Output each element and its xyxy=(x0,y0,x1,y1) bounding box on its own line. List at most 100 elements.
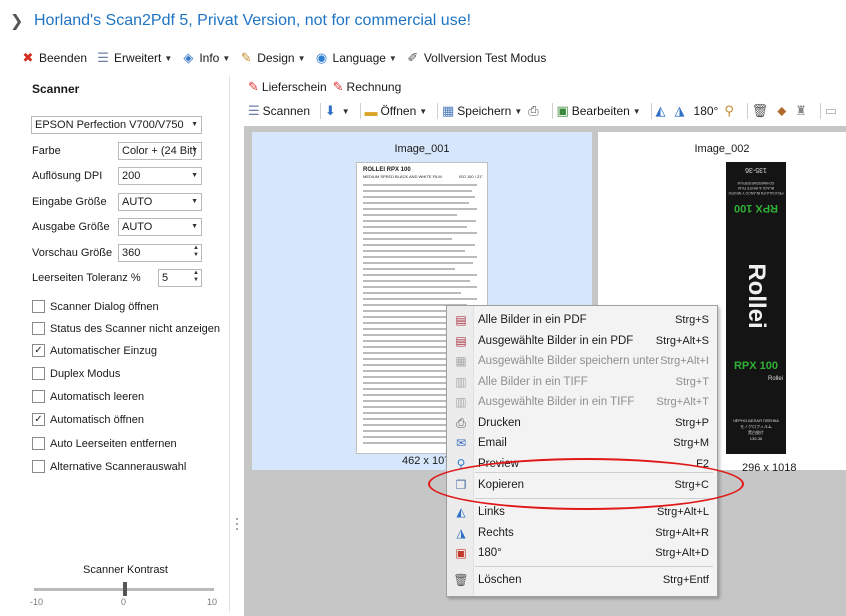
oeffnen-button[interactable]: ▬ Öffnen ▼ xyxy=(364,104,427,119)
menu-item-shortcut: Strg+T xyxy=(675,376,709,388)
menu-item-shortcut: Strg+Alt+L xyxy=(657,506,709,518)
chevron-down-icon: ▼ xyxy=(191,198,198,205)
checkbox-checked[interactable]: ✓ xyxy=(32,413,45,426)
checkbox-row[interactable]: ✓ Automatischer Einzug xyxy=(32,344,157,357)
kontrast-slider-thumb[interactable] xyxy=(123,582,127,596)
zoom-button[interactable]: ⚲ xyxy=(724,103,737,119)
separator xyxy=(551,103,553,119)
tools-icon: ☰ xyxy=(97,50,109,65)
scanner-icon: ☰ xyxy=(248,103,260,118)
checkbox-label: Auto Leerseiten entfernen xyxy=(50,437,177,450)
import-button[interactable]: ⬇ ▼ xyxy=(325,103,350,119)
checkbox[interactable] xyxy=(32,437,45,450)
bearbeiten-button[interactable]: ▣ Bearbeiten ▼ xyxy=(556,103,640,119)
checkbox-row[interactable]: Scanner Dialog öffnen xyxy=(32,300,159,313)
eingabe-select[interactable]: AUTO ▼ xyxy=(118,193,202,211)
rotate-right-icon: ◮ xyxy=(674,103,685,118)
chevron-down-icon: ▼ xyxy=(191,121,198,128)
context-item-ausgewählte-bilder-in-ein-tiff[interactable]: ▥ Ausgewählte Bilder in ein TIFF Strg+Alt+… xyxy=(447,392,717,412)
ausgabe-select[interactable]: AUTO ▼ xyxy=(118,218,202,236)
checkbox-label: Alternative Scannerauswahl xyxy=(50,460,187,473)
scanner-device-select[interactable]: EPSON Perfection V700/V750 ▼ xyxy=(31,116,202,134)
farbe-select[interactable]: Color + (24 Bit) ▼ xyxy=(118,142,202,160)
delete-button[interactable]: 🗑 xyxy=(752,103,772,119)
dpi-select[interactable]: 200 ▼ xyxy=(118,167,202,185)
close-icon: ✖ xyxy=(22,50,34,65)
checkbox-row[interactable]: Status des Scanner nicht anzeigen xyxy=(32,322,220,335)
select-value: 200 xyxy=(122,170,141,182)
trash-icon: 🗑 xyxy=(751,103,769,118)
button-label: Rechnung xyxy=(346,80,402,94)
checkbox-checked[interactable]: ✓ xyxy=(32,344,45,357)
menu-beenden[interactable]: ✖ Beenden xyxy=(20,50,88,66)
scannen-button[interactable]: ☰ Scannen xyxy=(248,103,310,119)
tag-icon: ⬥ xyxy=(777,103,787,118)
menu-separator xyxy=(475,566,713,567)
toleranz-label: Leerseiten Toleranz % xyxy=(32,272,141,284)
caret-down-icon: ▼ xyxy=(632,106,641,116)
vorschau-spinner[interactable]: 360 ▲ ▼ xyxy=(118,244,202,262)
checkbox-label: Automatischer Einzug xyxy=(50,344,157,357)
context-item-alle-bilder-in-ein-pdf[interactable]: ▤ Alle Bilder in ein PDF Strg+S xyxy=(447,310,717,330)
chevron-right-icon: ❯ xyxy=(10,13,24,30)
disk-button[interactable]: ▭ xyxy=(825,103,840,119)
spin-arrows-icon[interactable]: ▲ ▼ xyxy=(193,270,199,284)
checkbox-row[interactable]: Automatisch leeren xyxy=(32,390,144,403)
print-button[interactable]: ⎙ xyxy=(528,103,541,119)
menu-language[interactable]: ◉ Language ▼ xyxy=(314,50,397,66)
menu-vollversion[interactable]: ✐ Vollversion Test Modus xyxy=(405,50,546,66)
lieferschein-button[interactable]: ✎ Lieferschein xyxy=(248,79,327,95)
separator xyxy=(437,103,438,119)
checkbox-row[interactable]: Auto Leerseiten entfernen xyxy=(32,437,177,450)
film-lang-3: SCHWARZWEISSFILM xyxy=(737,181,775,185)
menu-item-shortcut: Strg+P xyxy=(675,417,709,429)
menu-design[interactable]: ✎ Design ▼ xyxy=(238,50,306,66)
pdf-icon: ▤ xyxy=(455,334,467,348)
pdf-icon: ▤ xyxy=(455,313,467,327)
chevron-down-icon: ▼ xyxy=(191,147,198,154)
toleranz-spinner[interactable]: 5 ▲ ▼ xyxy=(158,269,202,287)
rotate-left-button[interactable]: ◭ xyxy=(656,103,669,119)
design-icon: ✎ xyxy=(240,50,252,65)
menu-info[interactable]: ◈ Info ▼ xyxy=(180,50,230,66)
menu-item-shortcut: Strg+Alt+R xyxy=(655,527,709,539)
checkbox[interactable] xyxy=(32,322,45,335)
menu-item-label: Ausgewählte Bilder in ein PDF xyxy=(478,335,634,347)
context-item-drucken[interactable]: ⎙ Drucken Strg+P xyxy=(447,413,717,433)
caret-down-icon: ▼ xyxy=(222,53,231,63)
film-box-image: 135-36 PELÍCULA EN BLANCO Y NEGRO BLACK … xyxy=(726,162,786,454)
rotate-180-button[interactable]: 180° xyxy=(694,104,719,118)
checkbox[interactable] xyxy=(32,300,45,313)
language-icon: ◉ xyxy=(315,50,328,65)
spin-arrows-icon[interactable]: ▲ ▼ xyxy=(193,245,199,259)
rechnung-button[interactable]: ✎ Rechnung xyxy=(333,79,402,95)
menu-item-label: Alle Bilder in ein PDF xyxy=(478,314,587,326)
context-item-ausgewählte-bilder-speichern-unter[interactable]: ▦ Ausgewählte Bilder speichern unter Strg+… xyxy=(447,351,717,371)
checkbox[interactable] xyxy=(32,460,45,473)
context-item-alle-bilder-in-ein-tiff[interactable]: ▥ Alle Bilder in ein TIFF Strg+T xyxy=(447,372,717,392)
checkbox[interactable] xyxy=(32,367,45,380)
farbe-label: Farbe xyxy=(32,145,61,157)
magnifier-icon: ⚲ xyxy=(724,103,734,118)
thumbnail-name: Image_001 xyxy=(394,143,450,155)
context-item-rechts[interactable]: ◮ Rechts Strg+Alt+R xyxy=(447,523,717,543)
checkbox[interactable] xyxy=(32,390,45,403)
tag-button[interactable]: ⬥ xyxy=(777,103,789,119)
context-item-löschen[interactable]: 🗑 Löschen Strg+Entf xyxy=(447,570,717,590)
window-title: Horland's Scan2Pdf 5, Privat Version, no… xyxy=(34,12,472,29)
menu-erweitert[interactable]: ☰ Erweitert ▼ xyxy=(95,50,172,66)
checkbox-row[interactable]: ✓ Automatisch öffnen xyxy=(32,413,144,426)
button-label: Lieferschein xyxy=(261,80,327,94)
rotate-right-button[interactable]: ◮ xyxy=(675,103,688,119)
rotate-left-icon: ◭ xyxy=(456,505,466,519)
context-item-ausgewählte-bilder-in-ein-pdf[interactable]: ▤ Ausgewählte Bilder in ein PDF Strg+Alt+S xyxy=(447,331,717,351)
panel-splitter[interactable] xyxy=(234,516,240,536)
button-label: Öffnen xyxy=(380,104,417,118)
context-item-email[interactable]: ✉ Email Strg+M xyxy=(447,433,717,453)
checkbox-row[interactable]: Alternative Scannerauswahl xyxy=(32,460,186,473)
stamp-button[interactable]: ♜ xyxy=(795,103,810,119)
context-item-180[interactable]: ▣ 180° Strg+Alt+D xyxy=(447,543,717,563)
speichern-button[interactable]: ▦ Speichern ▼ xyxy=(442,103,522,119)
kontrast-max: 10 xyxy=(207,597,218,607)
checkbox-row[interactable]: Duplex Modus xyxy=(32,367,120,380)
